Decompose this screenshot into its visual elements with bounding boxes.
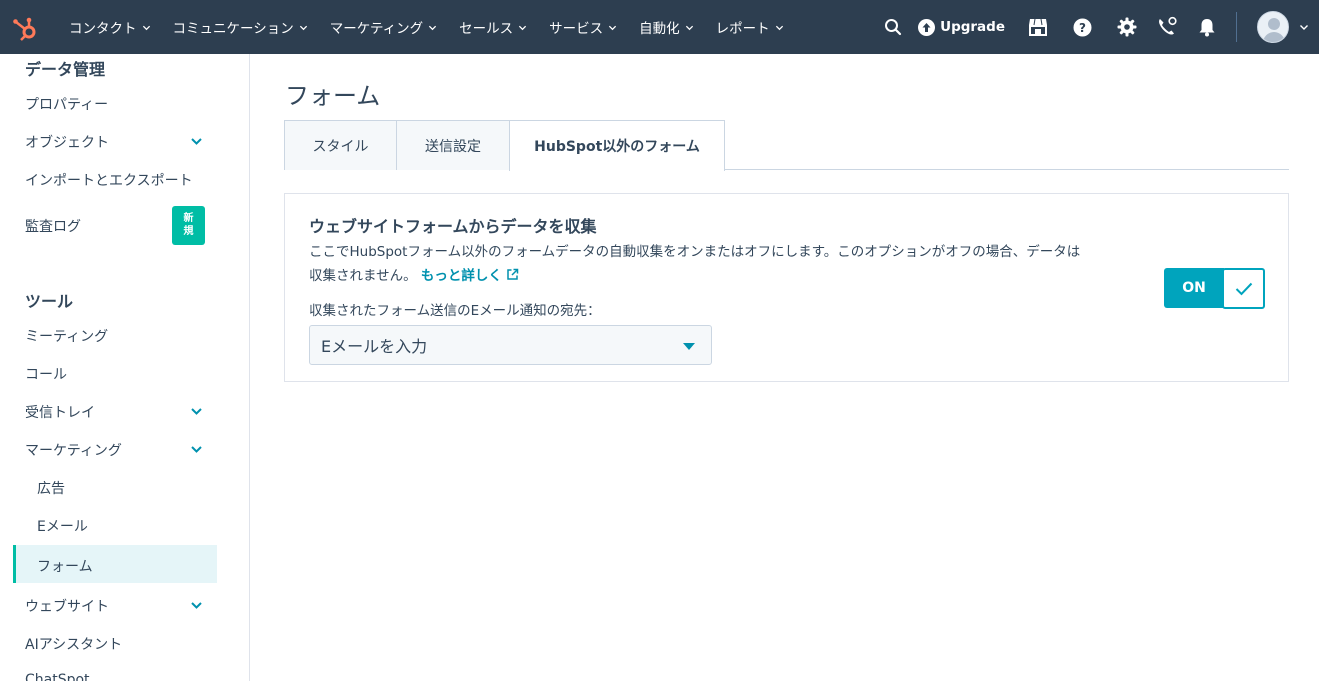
calling-icon[interactable] bbox=[1156, 16, 1178, 38]
nav-menu-label: コンタクト bbox=[69, 21, 137, 37]
nav-menu-label: サービス bbox=[549, 21, 604, 37]
tab-submission-settings[interactable]: 送信設定 bbox=[396, 120, 510, 170]
sidebar-item-label: フォーム bbox=[37, 559, 93, 575]
upgrade-button[interactable]: Upgrade bbox=[918, 18, 1005, 36]
chevron-down-icon[interactable] bbox=[190, 405, 203, 418]
sidebar-item-import-export[interactable]: インポートとエクスポート bbox=[25, 170, 220, 190]
nav-menu-label: レポート bbox=[715, 21, 770, 37]
description-line-2: 収集されません。 bbox=[309, 268, 417, 284]
sidebar-item-label: 監査ログ bbox=[25, 219, 81, 235]
svg-text:?: ? bbox=[1079, 21, 1086, 35]
caret-down-icon bbox=[683, 343, 695, 350]
settings-icon[interactable] bbox=[1116, 16, 1138, 38]
chevron-down-icon bbox=[775, 25, 783, 30]
toggle-on-label: ON bbox=[1164, 268, 1224, 308]
avatar[interactable] bbox=[1257, 11, 1289, 43]
email-select-placeholder: Eメールを入力 bbox=[321, 337, 428, 356]
upgrade-icon bbox=[918, 18, 936, 36]
sidebar-item-ads[interactable]: 広告 bbox=[37, 478, 232, 498]
chevron-down-icon bbox=[299, 25, 307, 30]
nav-menu-label: コミュニケーション bbox=[172, 21, 294, 37]
sidebar-item-calls[interactable]: コール bbox=[25, 364, 220, 384]
nav-menu-label: セールス bbox=[459, 21, 514, 37]
nav-menu-service[interactable]: サービス bbox=[538, 0, 628, 54]
nav-menu-automation[interactable]: 自動化 bbox=[628, 0, 705, 54]
top-navigation-bar: コンタクト コミュニケーション マーケティング セールス サービス 自動化 レポ… bbox=[0, 0, 1319, 54]
hubspot-logo-icon[interactable] bbox=[12, 16, 38, 42]
nav-menu-label: 自動化 bbox=[639, 21, 680, 37]
sidebar-item-properties[interactable]: プロパティー bbox=[25, 94, 220, 114]
chevron-down-icon[interactable] bbox=[1299, 22, 1309, 32]
chevron-down-icon[interactable] bbox=[190, 599, 203, 612]
card-title: ウェブサイトフォームからデータを収集 bbox=[309, 217, 597, 236]
tab-style[interactable]: スタイル bbox=[284, 120, 397, 170]
sidebar-item-label: Eメール bbox=[37, 519, 88, 535]
sidebar-item-label: AIアシスタント bbox=[25, 637, 123, 653]
nav-menu-marketing[interactable]: マーケティング bbox=[319, 0, 448, 54]
new-badge-line1: 新 bbox=[183, 213, 194, 224]
upgrade-label: Upgrade bbox=[940, 19, 1005, 35]
card-description: ここでHubSpotフォーム以外のフォームデータの自動収集をオンまたはオフにしま… bbox=[309, 240, 1129, 288]
page-title: フォーム bbox=[285, 82, 381, 110]
sidebar-item-label: オブジェクト bbox=[25, 135, 109, 151]
sidebar-item-label: ChatSpot bbox=[25, 672, 90, 681]
sidebar-section-data-management: データ管理 bbox=[25, 60, 106, 79]
nav-menu-communications[interactable]: コミュニケーション bbox=[162, 0, 319, 54]
sidebar-item-label: ミーティング bbox=[25, 329, 109, 345]
sidebar-item-label: ウェブサイト bbox=[25, 599, 109, 615]
learn-more-link[interactable]: もっと詳しく bbox=[421, 268, 519, 284]
nav-menu-sales[interactable]: セールス bbox=[448, 0, 538, 54]
notifications-icon[interactable] bbox=[1196, 16, 1218, 38]
marketplace-icon[interactable] bbox=[1027, 16, 1049, 38]
email-notification-label: 収集されたフォーム送信のEメール通知の宛先： bbox=[309, 303, 601, 319]
chevron-down-icon[interactable] bbox=[190, 443, 203, 456]
chevron-down-icon bbox=[685, 25, 693, 30]
sidebar-item-email[interactable]: Eメール bbox=[37, 516, 232, 536]
sidebar-item-label: 受信トレイ bbox=[25, 405, 95, 421]
help-icon[interactable]: ? bbox=[1071, 16, 1093, 38]
main-menu: コンタクト コミュニケーション マーケティング セールス サービス 自動化 レポ… bbox=[58, 0, 795, 54]
nav-divider bbox=[1236, 12, 1237, 42]
sidebar-item-label: マーケティング bbox=[25, 443, 122, 459]
checkmark-icon bbox=[1235, 282, 1252, 295]
sidebar-item-meetings[interactable]: ミーティング bbox=[25, 326, 220, 346]
chevron-down-icon[interactable] bbox=[190, 135, 203, 148]
chevron-down-icon bbox=[429, 25, 437, 30]
description-line-1: ここでHubSpotフォーム以外のフォームデータの自動収集をオンまたはオフにしま… bbox=[309, 244, 1081, 260]
tab-label: 送信設定 bbox=[425, 138, 481, 155]
search-icon[interactable] bbox=[882, 16, 904, 38]
learn-more-label: もっと詳しく bbox=[420, 268, 502, 284]
collect-data-card: ウェブサイトフォームからデータを収集 ここでHubSpotフォーム以外のフォーム… bbox=[284, 193, 1289, 382]
external-link-icon bbox=[507, 268, 519, 280]
toggle-handle[interactable] bbox=[1222, 268, 1265, 309]
nav-menu-label: マーケティング bbox=[329, 21, 424, 37]
sidebar-item-label: 広告 bbox=[37, 481, 65, 497]
nav-menu-reports[interactable]: レポート bbox=[705, 0, 795, 54]
chevron-down-icon bbox=[609, 25, 617, 30]
nav-right-tools: Upgrade ? bbox=[882, 0, 1319, 54]
sidebar-item-chatspot[interactable]: ChatSpot bbox=[25, 672, 220, 681]
chevron-down-icon bbox=[519, 25, 527, 30]
sidebar-item-label: プロパティー bbox=[25, 97, 109, 113]
tab-label: スタイル bbox=[312, 138, 369, 155]
sidebar-section-tools: ツール bbox=[25, 292, 74, 311]
new-badge: 新 規 bbox=[172, 206, 205, 245]
sidebar-item-label: インポートとエクスポート bbox=[25, 173, 193, 189]
tab-bar: スタイル 送信設定 HubSpot以外のフォーム bbox=[284, 120, 1289, 171]
settings-sidebar: データ管理 プロパティー オブジェクト インポートとエクスポート 監査ログ 新 … bbox=[0, 54, 250, 681]
nav-menu-contacts[interactable]: コンタクト bbox=[58, 0, 162, 54]
collect-data-toggle[interactable]: ON bbox=[1164, 268, 1266, 310]
chevron-down-icon bbox=[142, 25, 150, 30]
sidebar-item-ai-assistant[interactable]: AIアシスタント bbox=[25, 634, 220, 654]
tab-non-hubspot-forms[interactable]: HubSpot以外のフォーム bbox=[509, 120, 725, 171]
sidebar-item-label: コール bbox=[25, 367, 67, 383]
tab-label: HubSpot以外のフォーム bbox=[534, 139, 700, 155]
new-badge-line2: 規 bbox=[183, 225, 194, 237]
email-recipient-select[interactable]: Eメールを入力 bbox=[309, 325, 712, 365]
